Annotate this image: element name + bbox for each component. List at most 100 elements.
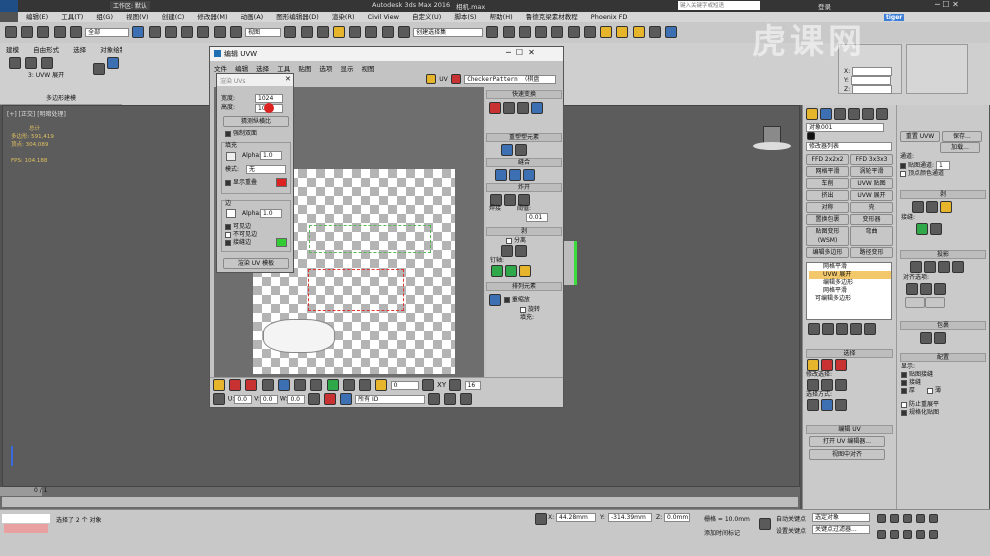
- planar-map-icon[interactable]: [910, 261, 922, 273]
- unlink-icon[interactable]: [53, 26, 66, 38]
- rotate-cw-icon[interactable]: [531, 102, 543, 114]
- project-rollout-header[interactable]: 投影: [900, 250, 986, 259]
- mod-turbosmooth-button[interactable]: 涡轮平滑: [850, 166, 893, 177]
- spline-map-icon[interactable]: [920, 332, 932, 344]
- cloud-icon[interactable]: [648, 26, 661, 38]
- align-icon[interactable]: [502, 26, 515, 38]
- render-icon[interactable]: [632, 26, 645, 38]
- stitch-source-icon[interactable]: [523, 169, 535, 181]
- uv-display-icon[interactable]: [426, 74, 436, 84]
- reset-uvw-button[interactable]: 重置 UVW: [900, 131, 940, 142]
- select-icon[interactable]: [132, 26, 145, 38]
- rect-select-icon[interactable]: [164, 26, 177, 38]
- menu-animation[interactable]: 动画(A): [241, 13, 264, 21]
- edge-mode-icon[interactable]: [229, 379, 242, 391]
- visible-edges-checkbox[interactable]: [225, 223, 231, 230]
- stack-item[interactable]: 网格平滑: [809, 263, 891, 271]
- menu-edit[interactable]: 编辑(E): [26, 13, 48, 21]
- normalize-checkbox[interactable]: [901, 409, 907, 416]
- stack-item-selected[interactable]: UVW 展开: [809, 271, 891, 279]
- scale-icon[interactable]: [229, 26, 242, 38]
- spherical-map-icon[interactable]: [938, 261, 950, 273]
- curve-editor-icon[interactable]: [551, 26, 564, 38]
- modifier-list-dropdown[interactable]: 修改器列表: [806, 142, 892, 151]
- vertex-color-radio[interactable]: [900, 170, 906, 177]
- peel-header[interactable]: 剥: [486, 227, 562, 236]
- poly-sub-icon[interactable]: [835, 359, 847, 371]
- stitch-target-icon[interactable]: [509, 169, 521, 181]
- add-time-tag[interactable]: 添加时间标记: [704, 528, 740, 537]
- bind-icon[interactable]: [69, 26, 82, 38]
- create-tab-icon[interactable]: [806, 108, 818, 120]
- lock-selection-icon[interactable]: [535, 513, 547, 525]
- vertex-sub-icon[interactable]: [807, 359, 819, 371]
- checker-dropdown[interactable]: CheckerPattern （棋盘: [464, 74, 557, 84]
- grow-icon[interactable]: [294, 379, 307, 391]
- rescale-checkbox[interactable]: [503, 297, 510, 303]
- stitch-header[interactable]: 缝合: [486, 158, 562, 167]
- align-v-icon[interactable]: [517, 102, 529, 114]
- v-field[interactable]: 0.0: [259, 394, 278, 404]
- window-controls[interactable]: ─ ☐ ✕: [935, 0, 959, 9]
- mod-meshsmooth-button[interactable]: 网格平滑: [806, 166, 849, 177]
- key-selected-dropdown[interactable]: 选定对象: [812, 513, 870, 522]
- show-map-icon[interactable]: [450, 74, 461, 84]
- map-channel-field[interactable]: 1: [935, 161, 950, 170]
- manipulate-icon[interactable]: [300, 26, 313, 38]
- path-icon[interactable]: [449, 379, 462, 391]
- soft-select-icon[interactable]: [375, 379, 388, 391]
- absolute-icon[interactable]: [213, 393, 225, 405]
- spinner-snap-icon[interactable]: [381, 26, 394, 38]
- zoom-region-icon[interactable]: [459, 393, 472, 405]
- ribbon-tab-selection[interactable]: 选择: [73, 46, 86, 54]
- unfold-map-icon[interactable]: [934, 332, 946, 344]
- ribbon-tab-freeform[interactable]: 自由形式: [33, 46, 59, 54]
- edge-icon[interactable]: [25, 57, 38, 69]
- align-x-icon[interactable]: [906, 283, 918, 295]
- play-icon[interactable]: [902, 514, 912, 523]
- brush-size-field[interactable]: 16: [464, 380, 481, 390]
- modify-tab-icon[interactable]: [820, 108, 832, 120]
- unpin-icon[interactable]: [505, 265, 517, 277]
- seam-color-swatch[interactable]: [276, 238, 287, 247]
- edge-sub-icon[interactable]: [821, 359, 833, 371]
- falloff-field[interactable]: 0: [390, 380, 419, 390]
- layer-icon[interactable]: [518, 26, 531, 38]
- map-channel-radio[interactable]: [900, 162, 906, 169]
- planar-angle-icon[interactable]: [835, 399, 847, 411]
- seam-edges-checkbox[interactable]: [225, 239, 231, 246]
- timeline[interactable]: 0 / 1: [0, 487, 800, 509]
- fill-alpha-field[interactable]: 1.0: [260, 151, 282, 160]
- threshold-field[interactable]: 0.01: [526, 213, 548, 222]
- menu-help[interactable]: 帮助(H): [490, 13, 513, 21]
- border-icon[interactable]: [41, 57, 54, 69]
- rotate-checkbox[interactable]: [520, 306, 526, 313]
- edge-color-swatch[interactable]: [226, 209, 236, 218]
- edit-uv-header[interactable]: 编辑 UV: [806, 425, 893, 434]
- auto-pin-icon[interactable]: [519, 265, 531, 277]
- redo-icon[interactable]: [21, 26, 34, 38]
- mod-mapscaler-button[interactable]: 贴图变形(WSM): [806, 226, 849, 246]
- paint-select-icon[interactable]: [342, 379, 355, 391]
- mod-displace-button[interactable]: 置换包裹: [806, 214, 849, 225]
- point-to-point-seam-icon[interactable]: [930, 223, 942, 235]
- pelt-icon[interactable]: [515, 245, 527, 257]
- hierarchy-tab-icon[interactable]: [834, 108, 846, 120]
- element-mode-icon[interactable]: [261, 379, 274, 391]
- load-button[interactable]: 加载...: [940, 142, 980, 153]
- coord-y-field[interactable]: [850, 76, 891, 85]
- keyboard-shortcut-icon[interactable]: [316, 26, 329, 38]
- line-icon[interactable]: [421, 379, 434, 391]
- uvw-menu-file[interactable]: 文件: [214, 65, 227, 73]
- key-filters-button[interactable]: 关键点过滤器...: [812, 525, 870, 534]
- fill-color-swatch[interactable]: [226, 152, 236, 161]
- vertex-mode-icon[interactable]: [213, 379, 225, 391]
- scene-disc-object[interactable]: [753, 142, 791, 150]
- align-z-icon[interactable]: [934, 283, 946, 295]
- configure-sets-icon[interactable]: [864, 323, 876, 335]
- arrange-header[interactable]: 排列元素: [486, 282, 562, 291]
- quick-tool-icon[interactable]: [489, 102, 501, 114]
- shrink-sel-icon[interactable]: [821, 379, 833, 391]
- uvw-menu-display[interactable]: 显示: [340, 65, 353, 73]
- pin-icon[interactable]: [491, 265, 503, 277]
